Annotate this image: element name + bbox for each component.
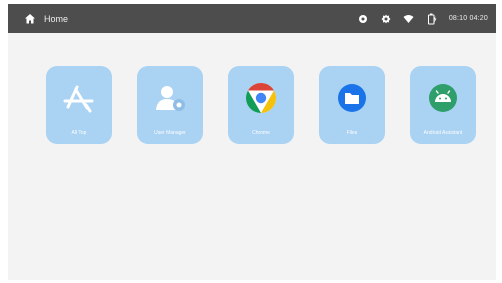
app-label: User Manager <box>154 130 186 136</box>
app-tile-chrome[interactable]: Chrome <box>228 66 294 144</box>
home-button[interactable]: Home <box>24 10 68 27</box>
user-manager-icon <box>152 80 188 116</box>
status-bar: Home 08:10 04:20 <box>8 4 496 33</box>
app-tile-user-manager[interactable]: User Manager <box>137 66 203 144</box>
wifi-icon[interactable] <box>403 13 415 25</box>
home-icon <box>24 13 36 25</box>
app-label: Chrome <box>252 130 270 136</box>
android-icon <box>425 80 461 116</box>
chrome-icon <box>243 80 279 116</box>
app-store-icon <box>61 80 97 116</box>
app-label: Files <box>346 130 358 136</box>
launcher-screen: Home 08:10 04:20 All Top User Manager Ch… <box>8 4 496 280</box>
app-grid: All Top User Manager Chrome Files Androi… <box>46 66 496 144</box>
app-tile-files[interactable]: Files <box>319 66 385 144</box>
home-label: Home <box>44 13 69 24</box>
brightness-icon[interactable] <box>380 13 392 25</box>
app-label: Android Assistant <box>423 130 463 136</box>
status-icons: 08:10 04:20 <box>346 11 488 26</box>
settings-gear-icon[interactable] <box>357 13 369 25</box>
battery-charging-icon[interactable] <box>426 13 438 25</box>
clock: 08:10 04:20 <box>448 15 488 22</box>
app-tile-android-assistant[interactable]: Android Assistant <box>410 66 476 144</box>
app-tile-all-top[interactable]: All Top <box>46 66 112 144</box>
app-label: All Top <box>71 130 87 136</box>
folder-icon <box>334 80 370 116</box>
